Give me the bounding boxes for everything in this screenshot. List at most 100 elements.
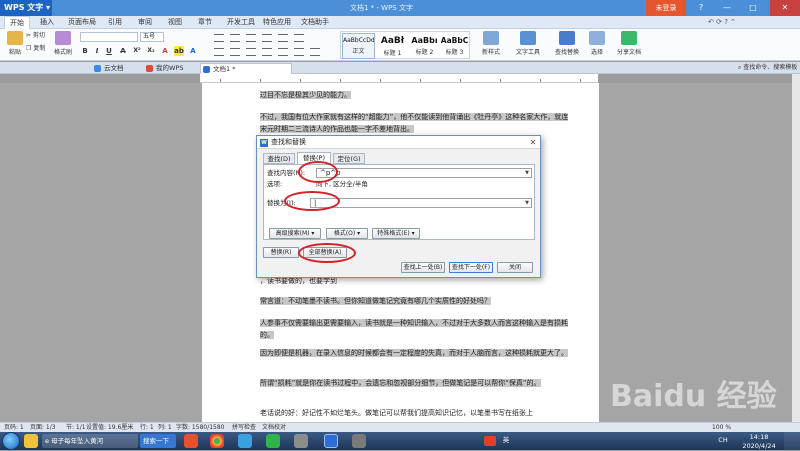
chevron-down-icon[interactable]: ▼ bbox=[525, 199, 529, 207]
file-explorer-icon[interactable] bbox=[24, 434, 38, 448]
copy-button[interactable]: ❐ 复制 bbox=[26, 44, 45, 54]
chrome-icon[interactable] bbox=[210, 434, 224, 448]
style-heading-1[interactable]: AaBł 标题 1 bbox=[376, 33, 409, 59]
font-name-select[interactable] bbox=[80, 32, 138, 42]
menu-view[interactable]: 视图 bbox=[164, 16, 186, 29]
replace-button[interactable]: 替换(R) bbox=[263, 247, 299, 258]
font-color-button[interactable]: A bbox=[160, 46, 170, 56]
wps-app-menu-button[interactable]: WPS 文字 ▾ bbox=[0, 0, 52, 16]
ie-icon[interactable] bbox=[238, 434, 252, 448]
bold-button[interactable]: B bbox=[80, 46, 90, 56]
chevron-up-icon[interactable]: ⌃ bbox=[730, 18, 736, 26]
underline-button[interactable]: U bbox=[104, 46, 114, 56]
show-marks-button[interactable] bbox=[294, 34, 304, 42]
chevron-down-icon[interactable]: ▼ bbox=[525, 169, 529, 177]
replace-input[interactable]: | ▼ bbox=[310, 198, 532, 208]
login-button[interactable]: 未登录 bbox=[646, 0, 686, 16]
show-desktop-button[interactable] bbox=[784, 432, 800, 450]
shading-button[interactable] bbox=[294, 48, 304, 56]
decrease-indent-button[interactable] bbox=[246, 34, 256, 42]
increase-indent-button[interactable] bbox=[262, 34, 272, 42]
browser-task-item[interactable]: e 母子每年坠入黄河 bbox=[42, 434, 138, 448]
start-button[interactable] bbox=[2, 432, 20, 450]
tab-find[interactable]: 查找(D) bbox=[263, 153, 295, 164]
menu-features[interactable]: 特色应用 bbox=[260, 16, 294, 29]
line-spacing-button[interactable] bbox=[278, 48, 288, 56]
italic-button[interactable]: I bbox=[92, 46, 102, 56]
minimize-button[interactable]: — bbox=[718, 0, 736, 16]
document-tab-bar: 云文档 我的WPS 文档1 * ⌕ 查找命令、搜索模板 bbox=[0, 62, 800, 74]
font-size-select[interactable]: 五号 bbox=[140, 32, 164, 42]
new-style-button[interactable]: 新样式 bbox=[476, 31, 506, 56]
select-button[interactable]: 选择 bbox=[586, 31, 608, 56]
char-shading-button[interactable]: A bbox=[188, 46, 198, 56]
menu-insert[interactable]: 插入 bbox=[36, 16, 58, 29]
tab-goto[interactable]: 定位(G) bbox=[333, 153, 365, 164]
ime-mode[interactable]: 英 bbox=[500, 436, 512, 445]
menu-doc-assistant[interactable]: 文档助手 bbox=[298, 16, 332, 29]
app-icon[interactable] bbox=[294, 434, 308, 448]
close-icon[interactable]: ✕ bbox=[527, 137, 539, 148]
advanced-search-button[interactable]: 高级搜索(M) ▾ bbox=[269, 228, 321, 239]
tab-my-wps[interactable]: 我的WPS bbox=[144, 63, 196, 74]
menu-chapter[interactable]: 章节 bbox=[194, 16, 216, 29]
menu-home[interactable]: 开始 bbox=[4, 16, 30, 29]
find-previous-button[interactable]: 查找上一处(B) bbox=[401, 262, 445, 273]
find-input[interactable]: ^p^p ▼ bbox=[316, 168, 532, 178]
highlight-button[interactable]: ab bbox=[174, 46, 184, 56]
sort-button[interactable] bbox=[278, 34, 288, 42]
cut-button[interactable]: ✂ 剪切 bbox=[26, 31, 45, 41]
menu-review[interactable]: 审阅 bbox=[134, 16, 156, 29]
language-indicator[interactable]: CH bbox=[716, 436, 730, 445]
ruler-tick bbox=[460, 79, 461, 82]
maximize-button[interactable]: □ bbox=[744, 0, 762, 16]
zoom-level[interactable]: 100 % bbox=[712, 423, 731, 432]
search-button[interactable]: 搜索一下 bbox=[140, 434, 176, 448]
dialog-title-bar[interactable]: W 查找和替换 ✕ bbox=[257, 136, 540, 149]
find-command-box[interactable]: ⌕ 查找命令、搜索模板 bbox=[738, 63, 797, 73]
share-doc-button[interactable]: 分享文档 bbox=[614, 31, 644, 56]
align-center-button[interactable] bbox=[230, 48, 240, 56]
ruler-tick bbox=[300, 79, 301, 82]
style-heading-3[interactable]: AaBbC 标题 3 bbox=[439, 33, 470, 59]
align-right-button[interactable] bbox=[246, 48, 256, 56]
help-icon[interactable]: ? bbox=[692, 0, 710, 16]
borders-button[interactable] bbox=[310, 48, 320, 56]
find-replace-button[interactable]: 查找替换 bbox=[550, 31, 584, 56]
superscript-button[interactable]: X² bbox=[132, 46, 142, 56]
clock[interactable]: 14:18 2020/4/24 bbox=[742, 433, 776, 451]
bullet-list-button[interactable] bbox=[214, 34, 224, 42]
tab-document-1[interactable]: 文档1 * bbox=[200, 63, 292, 74]
subscript-button[interactable]: X₂ bbox=[146, 46, 156, 56]
numbered-list-button[interactable] bbox=[230, 34, 240, 42]
status-pages: 页面: 1/3 bbox=[30, 424, 56, 431]
media-player-icon[interactable] bbox=[184, 434, 198, 448]
help-icon[interactable]: ? bbox=[724, 18, 728, 26]
undo-icon[interactable]: ↶ bbox=[708, 18, 714, 26]
status-spellcheck[interactable]: 拼写检查 bbox=[232, 423, 256, 432]
special-format-button[interactable]: 特殊格式(E) ▾ bbox=[372, 228, 420, 239]
text-tools-button[interactable]: 文字工具 bbox=[512, 31, 544, 56]
style-heading-2[interactable]: AaBbı 标题 2 bbox=[408, 33, 441, 59]
app-icon[interactable] bbox=[352, 434, 366, 448]
find-next-button[interactable]: 查找下一处(F) bbox=[449, 262, 493, 273]
format-button[interactable]: 格式(O) ▾ bbox=[326, 228, 368, 239]
sync-icon[interactable]: ⟳ bbox=[716, 18, 722, 26]
status-doc-check[interactable]: 文档校对 bbox=[262, 423, 286, 432]
green-app-icon[interactable] bbox=[266, 434, 280, 448]
align-left-button[interactable] bbox=[214, 48, 224, 56]
close-window-button[interactable]: ✕ bbox=[770, 0, 800, 16]
strike-button[interactable]: A bbox=[118, 46, 128, 56]
sogou-ime-icon[interactable] bbox=[484, 436, 496, 446]
menu-developer[interactable]: 开发工具 bbox=[224, 16, 258, 29]
justify-button[interactable] bbox=[262, 48, 272, 56]
tab-cloud-docs[interactable]: 云文档 bbox=[92, 63, 140, 74]
format-painter-button[interactable]: 格式刷 bbox=[50, 31, 76, 56]
menu-references[interactable]: 引用 bbox=[104, 16, 126, 29]
dialog-close-button[interactable]: 关闭 bbox=[497, 262, 533, 273]
wps-writer-icon[interactable] bbox=[324, 434, 338, 448]
menu-page-layout[interactable]: 页面布局 bbox=[64, 16, 100, 29]
style-normal[interactable]: AaBbCcDd 正文 bbox=[342, 33, 375, 59]
horizontal-ruler[interactable] bbox=[200, 74, 598, 83]
paste-button[interactable]: 粘贴 bbox=[2, 31, 28, 56]
